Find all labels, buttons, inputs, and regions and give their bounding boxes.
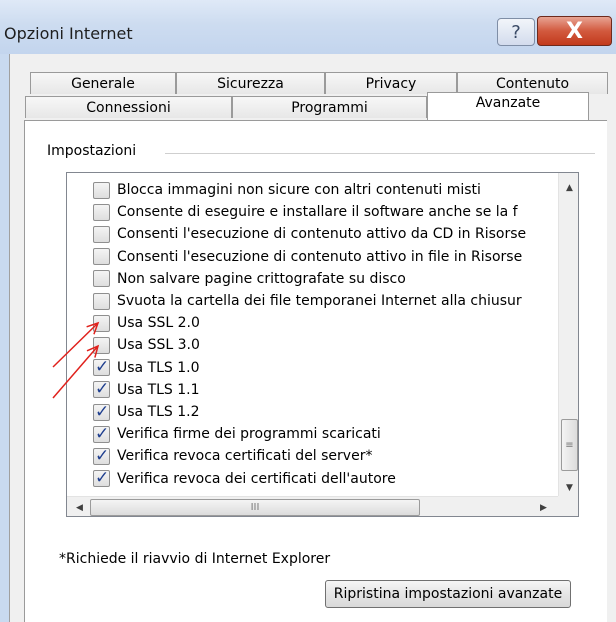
list-item[interactable]: Usa TLS 1.2 xyxy=(93,400,200,424)
list-item-label: Verifica revoca certificati del server* xyxy=(117,448,373,465)
advanced-panel: Impostazioni Blocca immagini non sicure … xyxy=(24,120,607,622)
checkbox[interactable] xyxy=(93,181,110,199)
list-item[interactable]: Usa SSL 2.0 xyxy=(93,311,200,335)
grip-icon: ≡ xyxy=(565,439,574,451)
tab-label: Avanzate xyxy=(475,95,541,111)
horizontal-scrollbar[interactable]: ◀ III ▶ xyxy=(67,496,558,516)
reset-advanced-button[interactable]: Ripristina impostazioni avanzate xyxy=(325,580,571,608)
list-item[interactable]: Usa SSL 3.0 xyxy=(93,333,200,357)
list-item[interactable]: Usa TLS 1.0 xyxy=(93,356,200,380)
question-mark-icon: ? xyxy=(511,21,521,43)
checkbox[interactable] xyxy=(93,270,110,288)
window-title: Opzioni Internet xyxy=(4,24,133,43)
horizontal-scroll-thumb[interactable]: III xyxy=(90,499,420,516)
vertical-scrollbar[interactable]: ▲ ≡ ▼ xyxy=(558,173,578,498)
list-item-label: Usa TLS 1.0 xyxy=(117,359,200,376)
close-button[interactable]: X xyxy=(537,16,612,46)
list-item-label: Usa SSL 2.0 xyxy=(117,315,200,332)
checkbox[interactable] xyxy=(93,314,110,332)
tab-label: Privacy xyxy=(365,75,417,92)
scroll-left-arrow-icon[interactable]: ◀ xyxy=(69,497,90,516)
list-item[interactable]: Usa TLS 1.1 xyxy=(93,378,200,402)
checkbox[interactable] xyxy=(93,292,110,310)
tab-contenuto[interactable]: Contenuto xyxy=(457,72,608,94)
list-item-label: Verifica firme dei programmi scaricati xyxy=(117,426,381,443)
checkbox[interactable] xyxy=(93,379,110,399)
scrollbar-corner xyxy=(558,496,578,516)
checkbox[interactable] xyxy=(93,402,110,422)
checkbox[interactable] xyxy=(93,225,110,243)
tab-label: Sicurezza xyxy=(217,75,284,92)
list-item-label: Consenti l'esecuzione di contenuto attiv… xyxy=(117,226,527,243)
list-item[interactable]: Verifica revoca dei certificati dell'aut… xyxy=(93,467,396,491)
checkbox[interactable] xyxy=(93,336,110,354)
list-item-label: Svuota la cartella dei file temporanei I… xyxy=(117,293,522,309)
checkbox[interactable] xyxy=(93,357,110,377)
list-item-label: Consente di eseguire e installare il sof… xyxy=(117,204,518,221)
list-item[interactable]: Svuota la cartella dei file temporanei I… xyxy=(93,289,522,313)
tab-sicurezza[interactable]: Sicurezza xyxy=(176,72,325,94)
settings-list-viewport: Blocca immagini non sicure con altri con… xyxy=(67,173,558,496)
tab-label: Contenuto xyxy=(495,75,570,92)
checkbox[interactable] xyxy=(93,248,110,266)
tab-label: Connessioni xyxy=(86,99,171,116)
tab-label: Generale xyxy=(71,75,135,92)
list-item-label: Usa SSL 3.0 xyxy=(117,337,200,354)
tab-avanzate[interactable]: Avanzate xyxy=(427,92,589,120)
list-item[interactable]: Consente di eseguire e installare il sof… xyxy=(93,200,518,224)
tab-privacy[interactable]: Privacy xyxy=(325,72,457,94)
list-item[interactable]: Consenti l'esecuzione di contenuto attiv… xyxy=(93,245,522,269)
group-divider xyxy=(165,153,595,154)
list-item[interactable]: Verifica firme dei programmi scaricati xyxy=(93,422,381,446)
list-item-label: Consenti l'esecuzione di contenuto attiv… xyxy=(117,248,523,265)
tab-generale[interactable]: Generale xyxy=(30,72,176,94)
restart-note: *Richiede il riavvio di Internet Explore… xyxy=(59,551,331,567)
list-item[interactable]: Verifica revoca certificati del server* xyxy=(93,444,372,468)
list-item-label: Usa TLS 1.1 xyxy=(117,381,200,398)
grip-icon: III xyxy=(250,502,260,513)
scroll-up-arrow-icon[interactable]: ▲ xyxy=(559,177,578,198)
scroll-right-arrow-icon[interactable]: ▶ xyxy=(533,497,554,516)
list-item-label: Usa TLS 1.2 xyxy=(117,404,200,420)
checkbox[interactable] xyxy=(93,446,110,466)
scroll-down-arrow-icon[interactable]: ▼ xyxy=(559,477,578,498)
vertical-scroll-thumb[interactable]: ≡ xyxy=(561,419,578,471)
help-button[interactable]: ? xyxy=(497,18,535,46)
settings-group-label: Impostazioni xyxy=(47,143,143,159)
checkbox[interactable] xyxy=(93,203,110,221)
list-item-label: Verifica revoca dei certificati dell'aut… xyxy=(117,470,396,487)
checkbox[interactable] xyxy=(93,468,110,488)
settings-list[interactable]: Blocca immagini non sicure con altri con… xyxy=(66,172,579,517)
close-icon: X xyxy=(566,18,583,44)
list-item-label: Non salvare pagine crittografate su disc… xyxy=(117,270,406,287)
checkbox[interactable] xyxy=(93,424,110,444)
title-bar: Opzioni Internet ? X xyxy=(0,0,616,54)
tab-programmi[interactable]: Programmi xyxy=(232,96,427,118)
list-item[interactable]: Non salvare pagine crittografate su disc… xyxy=(93,267,406,291)
tab-connessioni[interactable]: Connessioni xyxy=(25,96,232,118)
list-item[interactable]: Blocca immagini non sicure con altri con… xyxy=(93,178,481,202)
list-item-label: Blocca immagini non sicure con altri con… xyxy=(117,182,481,198)
tab-label: Programmi xyxy=(291,99,368,116)
list-item[interactable]: Consenti l'esecuzione di contenuto attiv… xyxy=(93,222,526,246)
